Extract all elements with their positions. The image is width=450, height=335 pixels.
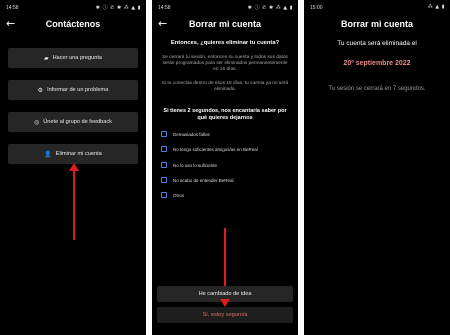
deletion-date: 20º septiembre 2022 [343,60,411,67]
deletion-message: Tu cuenta será eliminada el [337,40,417,47]
app-header: ← Borrar mi cuenta [152,16,298,34]
feedback-prompt: Si tienes 2 segundos, nos encantaría sab… [163,108,287,121]
checkbox[interactable] [161,131,167,137]
page-title: Borrar mi cuenta [188,19,262,29]
reason-label: Otros [173,192,185,198]
reason-option[interactable]: No lo uso lo suficiente [161,161,217,169]
ask-question-button[interactable]: ▰ Hacer una pregunta [8,48,138,68]
gear-icon: ⚙ [37,86,44,94]
status-icons: ⁂ ▲ ▮ [427,4,445,10]
reason-label: No tengo suficientes amigos/as en BeReal [173,146,258,152]
delete-question: Entonces, ¿quieres eliminar tu cuenta? [170,40,280,46]
chat-icon: ▰ [43,54,49,62]
ask-question-label: Hacer una pregunta [52,55,103,61]
reason-option[interactable]: Demasiados fallos [161,130,210,138]
checkbox[interactable] [161,177,167,183]
remove-user-icon: 👤 [44,150,52,158]
reason-label: No lo uso lo suficiente [173,162,218,168]
reason-label: Demasiados fallos [173,131,210,137]
status-time: 14:58 [6,5,19,11]
reason-option[interactable]: No tengo suficientes amigos/as en BeReal [161,145,258,153]
annotation-arrow [73,170,75,240]
status-bar: 14:58 ✱ ⓘ ✆ ✱ ⁂ ▲ ▮ [0,3,146,13]
status-bar: 14:58 ✱ ⓘ ✆ ✱ ⁂ ▲ ▮ [152,3,298,13]
checkbox[interactable] [161,162,167,168]
app-header: Borrar mi cuenta [304,16,450,34]
checkbox[interactable] [161,192,167,198]
app-header: ← Contáctenos [0,16,146,34]
reason-option[interactable]: No acabo de entender BeReal [161,176,234,184]
status-icons: ✱ ⓘ ✆ ✱ ⁂ ▲ ▮ [247,5,293,11]
deletion-info: Se cerrará tu sesión, entonces su cuenta… [162,55,288,72]
screen-contact-us: 14:58 ✱ ⓘ ✆ ✱ ⁂ ▲ ▮ ← Contáctenos ▰ Hace… [0,0,146,335]
annotation-arrow-head [220,299,230,307]
report-problem-button[interactable]: ⚙ Informar de un problema [8,80,138,100]
whatsapp-icon: ◎ [34,118,40,126]
status-time: 15:00 [310,5,323,11]
page-title: Borrar mi cuenta [340,19,414,29]
reason-option[interactable]: Otros [161,191,184,199]
checkbox[interactable] [161,146,167,152]
screen-delete-account: 14:58 ✱ ⓘ ✆ ✱ ⁂ ▲ ▮ ← Borrar mi cuenta E… [152,0,298,335]
feedback-group-button[interactable]: ◎ Únete al grupo de feedback [8,112,138,132]
reason-label: No acabo de entender BeReal [173,177,234,183]
status-bar: 15:00 ⁂ ▲ ▮ [304,3,450,13]
page-title: Contáctenos [45,19,101,29]
status-icons: ✱ ⓘ ✆ ✱ ⁂ ▲ ▮ [95,5,141,11]
status-time: 14:58 [158,5,171,11]
delete-account-button[interactable]: 👤 Eliminar mi cuenta [8,144,138,164]
report-problem-label: Informar de un problema [47,87,109,93]
logout-notice: Tu sesión se cerrará en 7 segundos. [328,86,426,92]
screen-account-scheduled: 15:00 ⁂ ▲ ▮ Borrar mi cuenta Tu cuenta s… [304,0,450,335]
reconnect-info: Si te conectas dentro de esos 15 días, t… [161,81,289,92]
delete-account-label: Eliminar mi cuenta [55,151,102,157]
feedback-group-label: Únete al grupo de feedback [43,119,112,125]
confirm-delete-button[interactable]: Sí, estoy seguro/a [157,307,293,323]
